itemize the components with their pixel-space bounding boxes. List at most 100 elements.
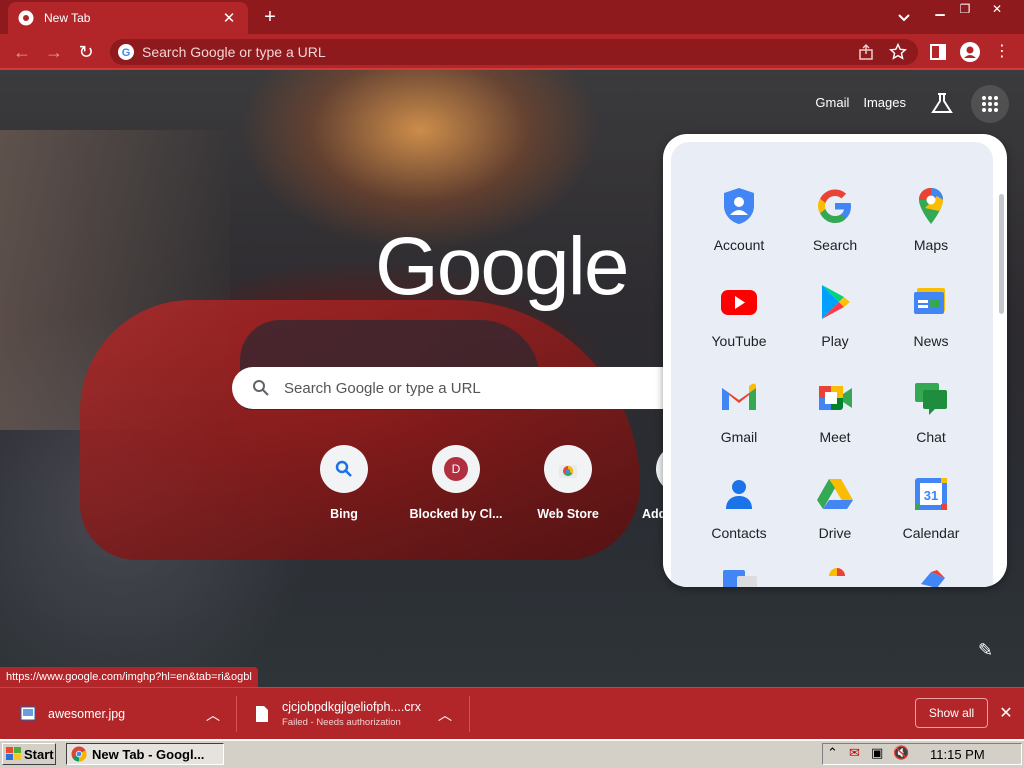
search-icon	[253, 380, 269, 396]
app-gmail[interactable]: Gmail	[691, 366, 787, 456]
drive-icon	[817, 479, 853, 509]
show-all-button[interactable]: Show all	[915, 698, 988, 728]
shortcut-bing[interactable]: Bing	[288, 445, 400, 521]
forward-button[interactable]: →	[42, 40, 66, 64]
google-apps-button[interactable]	[971, 85, 1009, 123]
download-separator	[469, 696, 470, 732]
app-label: Calendar	[902, 525, 960, 541]
shortcut-label: Web Store	[537, 507, 599, 521]
tray-network-icon[interactable]: ✉	[849, 745, 860, 761]
taskbar: Start New Tab - Googl... ⌃ ✉ ▣ 🔇 11:15 P…	[0, 739, 1024, 768]
windows-logo-icon	[6, 747, 21, 760]
back-button[interactable]: ←	[10, 40, 34, 64]
chevron-up-icon[interactable]: ︿	[438, 705, 454, 723]
app-label: Search	[812, 237, 858, 253]
youtube-icon	[721, 290, 757, 315]
app-label: Drive	[818, 525, 852, 541]
start-button[interactable]: Start	[2, 743, 56, 765]
taskbar-item-chrome[interactable]: New Tab - Googl...	[66, 743, 224, 765]
shortcut-label: Bing	[330, 507, 358, 521]
app-label: Gmail	[720, 429, 758, 445]
translate-icon[interactable]	[721, 568, 761, 587]
app-search[interactable]: Search	[787, 174, 883, 264]
images-link[interactable]: Images	[863, 95, 906, 110]
news-icon	[914, 288, 945, 314]
shopping-icon[interactable]	[915, 568, 951, 587]
title-bar: New Tab ✕ + ▁ ❐ ✕	[0, 0, 1024, 34]
download-separator	[236, 696, 237, 732]
restore-button[interactable]: ❐	[950, 0, 980, 20]
app-label: Meet	[819, 429, 851, 445]
tray-expand-icon[interactable]: ⌃	[827, 745, 838, 761]
account-icon	[724, 188, 754, 224]
address-bar-placeholder: Search Google or type a URL	[142, 44, 326, 60]
customize-pencil-icon[interactable]: ✎	[978, 640, 1004, 666]
meet-icon	[819, 386, 852, 410]
file-icon	[256, 706, 268, 722]
new-tab-button[interactable]: +	[258, 6, 282, 28]
download-status: Failed - Needs authorization	[282, 717, 401, 728]
shortcut-blocked[interactable]: D Blocked by Cl...	[400, 445, 512, 521]
app-maps[interactable]: Maps	[883, 174, 979, 264]
app-contacts[interactable]: Contacts	[691, 462, 787, 552]
download-filename: awesomer.jpg	[48, 707, 126, 721]
app-label: Account	[713, 237, 765, 253]
share-icon[interactable]	[857, 43, 875, 61]
app-label: Maps	[913, 237, 949, 253]
app-news[interactable]: News	[883, 270, 979, 360]
shortcut-tile: D	[432, 445, 480, 493]
image-file-icon	[20, 706, 36, 721]
clock: 11:15 PM	[930, 747, 985, 762]
shortcut-web-store[interactable]: Web Store	[512, 445, 624, 521]
tray-volume-icon[interactable]: 🔇	[893, 745, 909, 761]
play-icon	[822, 285, 850, 319]
close-window-button[interactable]: ✕	[982, 0, 1012, 20]
app-meet[interactable]: Meet	[787, 366, 883, 456]
app-label: Chat	[916, 429, 946, 445]
labs-flask-icon[interactable]	[930, 92, 954, 114]
profile-avatar-icon[interactable]	[960, 42, 980, 62]
bookmark-star-icon[interactable]	[889, 43, 907, 61]
svg-text:G: G	[122, 47, 131, 59]
download-item[interactable]: cjcjobpdkgjlgeliofph....crx Failed - Nee…	[254, 688, 469, 740]
app-play[interactable]: Play	[787, 270, 883, 360]
app-account[interactable]: Account	[691, 174, 787, 264]
toolbar: ← → ↻ G Search Google or type a URL ⋮	[0, 34, 1024, 70]
webstore-icon	[559, 465, 577, 478]
tab-new-tab[interactable]: New Tab ✕	[8, 2, 248, 34]
chrome-icon	[71, 746, 87, 762]
download-shelf: awesomer.jpg ︿ cjcjobpdkgjlgeliofph....c…	[0, 687, 1024, 739]
reload-button[interactable]: ↻	[74, 40, 98, 64]
chevron-down-icon[interactable]	[894, 8, 914, 26]
app-drive[interactable]: Drive	[787, 462, 883, 552]
app-calendar[interactable]: 31 Calendar	[883, 462, 979, 552]
gmail-link[interactable]: Gmail	[815, 95, 849, 110]
google-g-icon: G	[118, 44, 134, 60]
apps-scrollbar[interactable]	[999, 194, 1004, 314]
google-logo: Google	[375, 221, 629, 312]
shortcut-label: Blocked by Cl...	[409, 507, 503, 521]
kebab-menu-icon[interactable]: ⋮	[990, 40, 1014, 64]
calendar-icon: 31	[915, 478, 947, 510]
tab-close-icon[interactable]: ✕	[220, 9, 238, 27]
gmail-icon	[722, 383, 756, 410]
shortcut-add[interactable]: Add	[624, 445, 664, 521]
tray-battery-icon[interactable]: ▣	[871, 745, 883, 761]
top-links: Gmail Images	[815, 95, 906, 110]
calendar-day: 31	[924, 488, 938, 503]
side-panel-icon[interactable]	[929, 43, 947, 61]
app-label: YouTube	[711, 333, 767, 349]
close-icon[interactable]: ✕	[997, 703, 1015, 723]
search-input[interactable]: Search Google or type a URL	[232, 367, 672, 409]
app-youtube[interactable]: YouTube	[691, 270, 787, 360]
app-label: Play	[821, 333, 849, 349]
app-chat[interactable]: Chat	[883, 366, 979, 456]
download-item[interactable]: awesomer.jpg ︿	[20, 688, 235, 740]
address-bar[interactable]: G Search Google or type a URL	[110, 39, 918, 65]
chevron-up-icon[interactable]: ︿	[206, 705, 222, 723]
maps-icon	[919, 188, 943, 224]
shortcut-label: Add	[642, 507, 664, 521]
search-icon	[335, 460, 352, 477]
contacts-icon	[726, 480, 752, 509]
photos-icon[interactable]	[819, 566, 855, 587]
